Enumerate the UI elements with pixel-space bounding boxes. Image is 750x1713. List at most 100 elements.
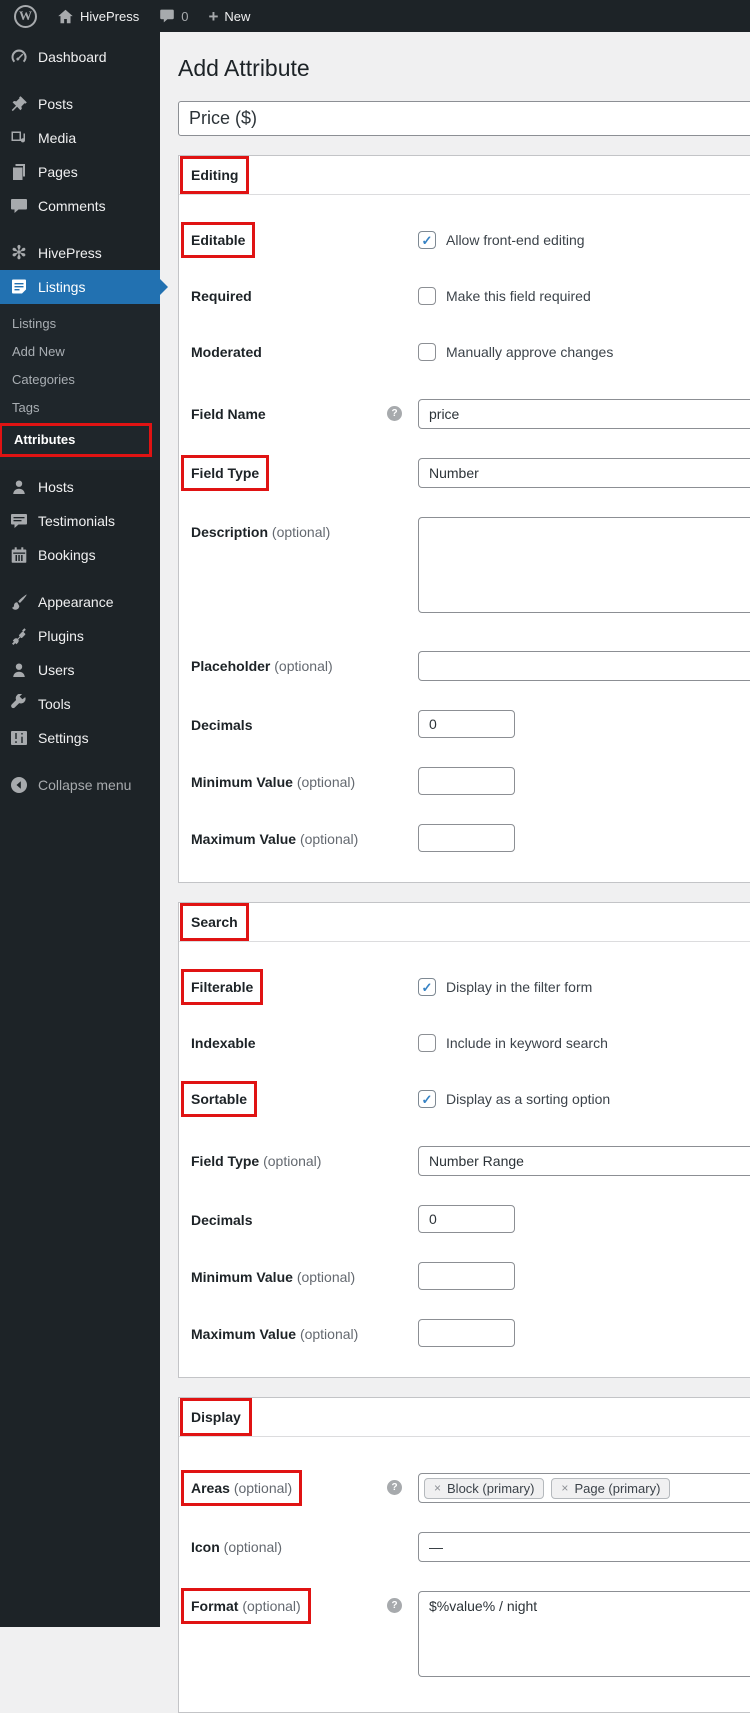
comment-count: 0 <box>181 8 189 24</box>
person-icon <box>9 477 29 497</box>
sidebar-item-label: Settings <box>38 729 89 746</box>
editable-row: Editable ✓ Allow front-end editing <box>180 222 750 258</box>
optional-suffix: (optional) <box>233 1480 293 1496</box>
checkbox-label: Display in the filter form <box>446 979 593 995</box>
required-checkbox[interactable]: ✓ <box>418 287 436 305</box>
comment-bubble-icon <box>160 9 175 23</box>
field-label: Decimals <box>191 1212 253 1228</box>
placeholder-input[interactable] <box>418 651 750 681</box>
search-field-type-row: Field Type (optional) Number Range <box>191 1146 750 1176</box>
field-name-row: Field Name ? <box>191 399 750 429</box>
field-label: Sortable <box>180 1081 258 1117</box>
sidebar-item-plugins[interactable]: Plugins <box>0 619 160 653</box>
sidebar-item-label: Dashboard <box>38 48 107 65</box>
menu-separator <box>0 223 160 236</box>
decimals-input[interactable] <box>418 710 515 738</box>
minimum-value-input[interactable] <box>418 767 515 795</box>
collapse-menu-button[interactable]: Collapse menu <box>0 768 160 802</box>
new-content-menu[interactable]: + New <box>198 0 260 32</box>
indexable-checkbox[interactable]: ✓ <box>418 1034 436 1052</box>
settings-icon <box>9 728 29 748</box>
filterable-checkbox[interactable]: ✓ <box>418 978 436 996</box>
sidebar-item-label: Listings <box>38 278 86 295</box>
attribute-name-input[interactable] <box>178 101 750 136</box>
optional-suffix: (optional) <box>299 1326 359 1342</box>
search-decimals-row: Decimals <box>191 1205 750 1233</box>
submenu-item-attributes[interactable]: Attributes <box>0 423 160 457</box>
sidebar-item-label: Testimonials <box>38 512 116 529</box>
sidebar-item-appearance[interactable]: Appearance <box>0 585 160 619</box>
display-section: Display Areas (optional) ? × Block (prima… <box>178 1397 750 1713</box>
wordpress-menu[interactable]: W <box>0 0 47 32</box>
submenu-item-listings[interactable]: Listings <box>0 310 160 338</box>
sidebar-item-label: Appearance <box>38 593 114 610</box>
comments-shortcut[interactable]: 0 <box>149 0 198 32</box>
sidebar-item-label: Collapse menu <box>38 776 132 793</box>
field-type-select[interactable]: Number <box>418 458 750 488</box>
field-name-input[interactable] <box>418 399 750 429</box>
field-label: Minimum Value <box>191 1269 293 1285</box>
plus-icon: + <box>208 6 219 26</box>
submenu-item-tags[interactable]: Tags <box>0 394 160 422</box>
sidebar-item-label: Pages <box>38 163 78 180</box>
decimals-row: Decimals <box>191 710 750 738</box>
help-icon[interactable]: ? <box>387 406 402 421</box>
field-label: Field Name <box>191 406 266 422</box>
field-label: Format (optional) <box>181 1588 311 1624</box>
sidebar-item-dashboard[interactable]: Dashboard <box>0 40 160 74</box>
format-row: Format (optional) ? $%value% / night <box>181 1588 750 1682</box>
submenu-item-add-new[interactable]: Add New <box>0 338 160 366</box>
optional-suffix: (optional) <box>263 1153 322 1169</box>
pushpin-icon <box>9 94 29 114</box>
menu-separator <box>0 755 160 768</box>
help-icon[interactable]: ? <box>387 1480 402 1495</box>
sidebar-item-hivepress[interactable]: ✻ HivePress <box>0 236 160 270</box>
submenu-item-categories[interactable]: Categories <box>0 366 160 394</box>
sidebar-item-comments[interactable]: Comments <box>0 189 160 223</box>
sidebar-item-testimonials[interactable]: Testimonials <box>0 504 160 538</box>
moderated-checkbox[interactable]: ✓ <box>418 343 436 361</box>
selected-tag: × Block (primary) <box>424 1477 545 1499</box>
sortable-checkbox[interactable]: ✓ <box>418 1090 436 1108</box>
sidebar-item-pages[interactable]: Pages <box>0 155 160 189</box>
field-label: Maximum Value <box>191 831 297 847</box>
sidebar-item-label: Posts <box>38 95 74 112</box>
site-link[interactable]: HivePress <box>47 0 149 32</box>
help-icon[interactable]: ? <box>387 1598 402 1613</box>
search-maximum-value-input[interactable] <box>418 1319 515 1347</box>
sidebar-item-label: Hosts <box>38 478 74 495</box>
section-title: Display <box>180 1398 252 1436</box>
areas-multiselect[interactable]: × Block (primary) × Page (primary) <box>418 1473 750 1503</box>
description-textarea[interactable] <box>418 517 750 613</box>
editable-checkbox[interactable]: ✓ <box>418 231 436 249</box>
optional-suffix: (optional) <box>274 658 333 674</box>
testimonial-icon <box>9 511 29 531</box>
sidebar-item-tools[interactable]: Tools <box>0 687 160 721</box>
field-label: Filterable <box>180 969 264 1005</box>
remove-tag-icon[interactable]: × <box>434 1480 441 1497</box>
field-label: Required <box>191 288 252 304</box>
field-label: Maximum Value <box>191 1326 297 1342</box>
search-decimals-input[interactable] <box>418 1205 515 1233</box>
menu-separator <box>0 74 160 87</box>
check-icon: ✓ <box>421 232 433 248</box>
search-minimum-value-input[interactable] <box>418 1262 515 1290</box>
sidebar-item-bookings[interactable]: Bookings <box>0 538 160 572</box>
remove-tag-icon[interactable]: × <box>561 1480 568 1497</box>
sidebar-item-users[interactable]: Users <box>0 653 160 687</box>
sidebar-item-hosts[interactable]: Hosts <box>0 470 160 504</box>
search-section: Search Filterable ✓ Display in the filte… <box>178 902 750 1378</box>
icon-select[interactable]: — <box>418 1532 750 1562</box>
maximum-value-input[interactable] <box>418 824 515 852</box>
filterable-row: Filterable ✓ Display in the filter form <box>180 969 750 1005</box>
sidebar-item-media[interactable]: Media <box>0 121 160 155</box>
search-field-type-select[interactable]: Number Range <box>418 1146 750 1176</box>
optional-suffix: (optional) <box>223 1539 283 1555</box>
sidebar-item-label: HivePress <box>38 244 102 261</box>
sidebar-item-settings[interactable]: Settings <box>0 721 160 755</box>
hivepress-icon: ✻ <box>11 242 27 264</box>
format-textarea[interactable]: $%value% / night <box>418 1591 750 1677</box>
sidebar-item-posts[interactable]: Posts <box>0 87 160 121</box>
field-label: Areas (optional) <box>180 1470 303 1506</box>
sidebar-item-listings[interactable]: Listings <box>0 270 160 304</box>
